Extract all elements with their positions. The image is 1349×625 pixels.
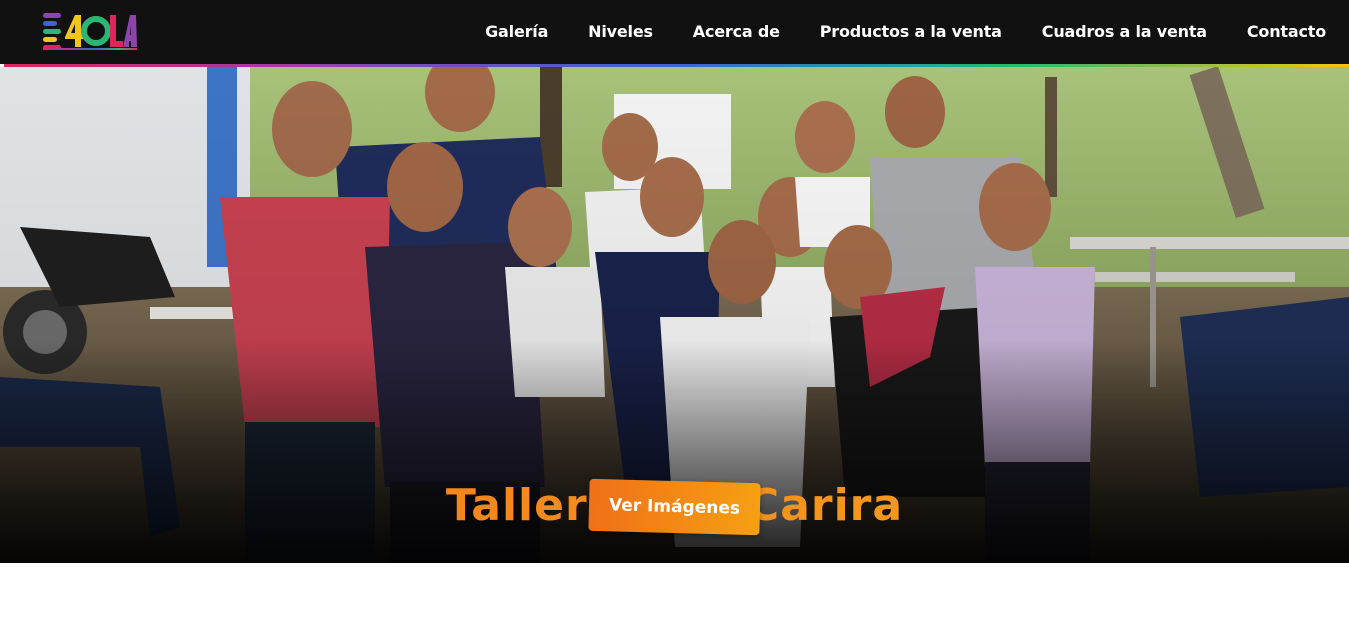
main-nav: Galería Niveles Acerca de Productos a la… xyxy=(485,22,1326,41)
nav-contacto[interactable]: Contacto xyxy=(1247,22,1326,41)
nav-acerca-de[interactable]: Acerca de xyxy=(693,22,780,41)
nav-niveles[interactable]: Niveles xyxy=(588,22,653,41)
nav-galeria[interactable]: Galería xyxy=(485,22,548,41)
ver-imagenes-button[interactable]: Ver Imágenes xyxy=(588,478,761,536)
nav-productos[interactable]: Productos a la venta xyxy=(820,22,1002,41)
nav-cuadros[interactable]: Cuadros a la venta xyxy=(1042,22,1207,41)
eola-logo[interactable] xyxy=(43,11,137,51)
site-header: Galería Niveles Acerca de Productos a la… xyxy=(0,0,1349,64)
